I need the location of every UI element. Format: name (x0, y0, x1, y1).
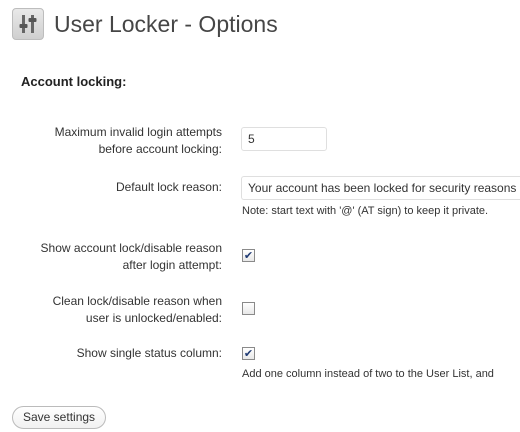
max-attempts-input[interactable]: 5 (241, 127, 327, 151)
single-column-checkbox[interactable]: ✔ (242, 347, 255, 360)
show-reason-label-line2: after login attempt: (122, 258, 222, 272)
lock-reason-note: Note: start text with '@' (AT sign) to k… (242, 205, 489, 217)
clean-reason-checkbox[interactable] (242, 302, 255, 315)
show-reason-label: Show account lock/disable reason after l… (41, 240, 222, 274)
page-title: User Locker - Options (54, 10, 278, 37)
page-header: User Locker - Options (12, 6, 278, 42)
lock-reason-input[interactable]: Your account has been locked for securit… (241, 176, 520, 200)
clean-reason-label-line2: user is unlocked/enabled: (85, 311, 222, 325)
clean-reason-label: Clean lock/disable reason when user is u… (53, 293, 222, 327)
save-settings-button[interactable]: Save settings (12, 406, 107, 429)
show-reason-checkbox[interactable]: ✔ (242, 249, 255, 262)
single-column-note: Add one column instead of two to the Use… (242, 368, 494, 380)
single-column-label-text: Show single status column: (76, 346, 222, 360)
clean-reason-label-line1: Clean lock/disable reason when (52, 294, 222, 308)
lock-reason-label: Default lock reason: (116, 179, 222, 196)
show-reason-label-line1: Show account lock/disable reason (40, 241, 222, 255)
settings-sliders-icon (12, 8, 44, 40)
max-attempts-label: Maximum invalid login attempts before ac… (55, 124, 222, 158)
max-attempts-label-line2: before account locking: (98, 142, 222, 156)
lock-reason-label-text: Default lock reason: (115, 180, 222, 194)
single-column-label: Show single status column: (77, 345, 222, 362)
check-icon: ✔ (243, 347, 254, 360)
check-icon: ✔ (243, 249, 254, 262)
max-attempts-label-line1: Maximum invalid login attempts (54, 125, 222, 139)
section-title: Account locking: (21, 74, 127, 89)
